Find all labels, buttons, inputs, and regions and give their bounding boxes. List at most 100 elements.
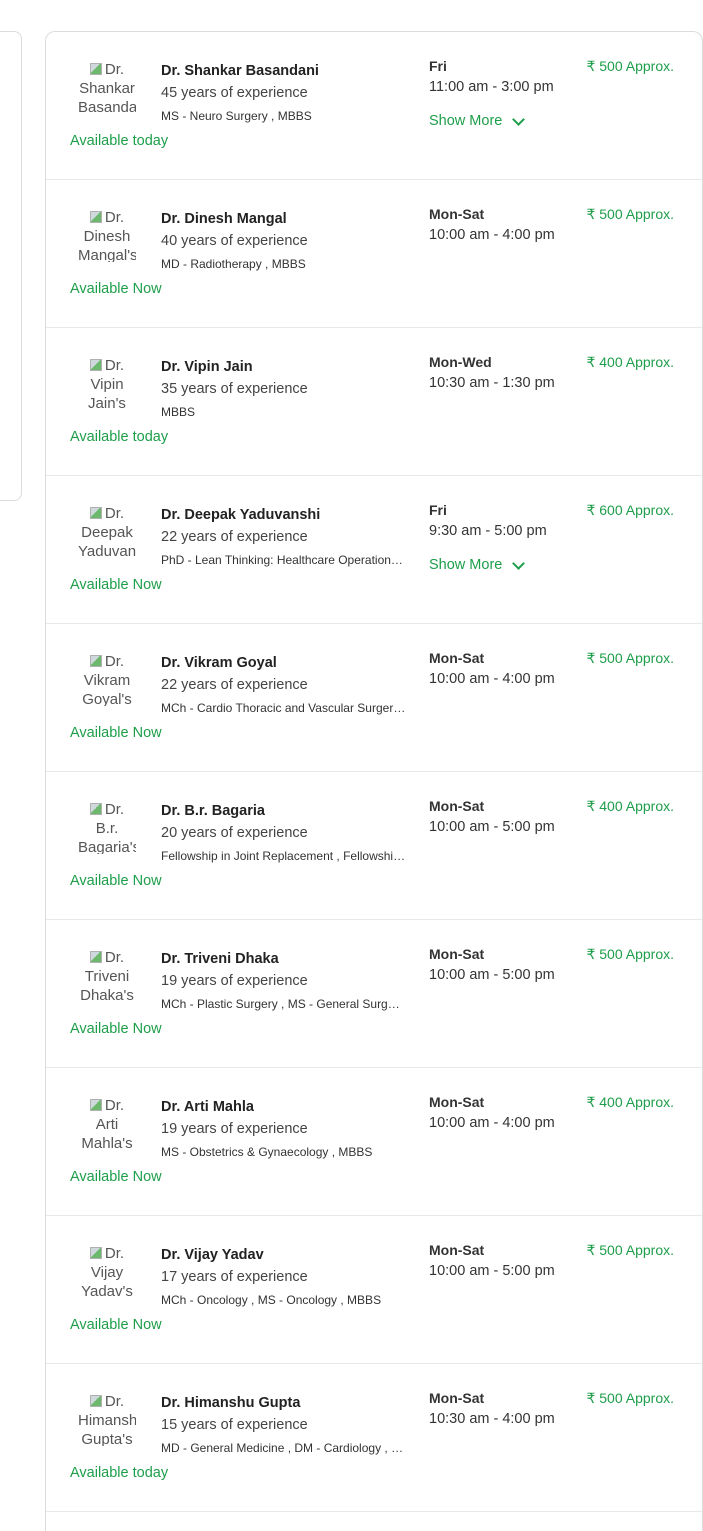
doctor-card[interactable]: Dr. Deepak Yaduvanshi's Dr. Deepak Yaduv… (46, 476, 702, 624)
schedule-hours: 10:00 am - 5:00 pm (429, 967, 555, 983)
doctor-experience: 20 years of experience (161, 825, 308, 841)
schedule-hours: 10:00 am - 5:00 pm (429, 819, 555, 835)
doctor-photo-alt: Dr. Deepak Yaduvanshi's (78, 505, 136, 558)
consultation-fee: ₹ 600 Approx. (586, 502, 674, 518)
doctor-photo-alt: Dr. B.r. Bagaria's (78, 801, 136, 854)
doctor-experience: 15 years of experience (161, 1417, 308, 1433)
broken-image-icon (89, 1099, 102, 1111)
doctor-name[interactable]: Dr. Himanshu Gupta (161, 1395, 300, 1411)
availability-status: Available Now (70, 1317, 162, 1333)
doctor-qualification: MS - Neuro Surgery , MBBS (161, 109, 312, 123)
consultation-fee: ₹ 400 Approx. (586, 798, 674, 814)
doctor-photo-alt: Dr. Triveni Dhaka's (80, 949, 134, 1002)
doctor-card[interactable]: Dr. Vikram Goyal's Dr. Vikram Goyal 22 y… (46, 624, 702, 772)
doctor-card[interactable]: Dr. Triveni Dhaka's Dr. Triveni Dhaka 19… (46, 920, 702, 1068)
doctor-name[interactable]: Dr. Triveni Dhaka (161, 951, 279, 967)
schedule-days: Mon-Sat (429, 1094, 485, 1110)
schedule-hours: 10:30 am - 1:30 pm (429, 375, 555, 391)
schedule-hours: 10:00 am - 4:00 pm (429, 671, 555, 687)
doctor-qualification: MD - General Medicine , DM - Cardiology … (161, 1441, 406, 1455)
schedule-days: Fri (429, 58, 447, 74)
broken-image-icon (89, 359, 102, 371)
broken-image-icon (89, 1247, 102, 1259)
chevron-down-icon (512, 112, 526, 126)
schedule-days: Mon-Sat (429, 206, 485, 222)
broken-image-icon (89, 507, 102, 519)
doctor-card[interactable]: Dr. Vijay Yadav's Dr. Vijay Yadav 17 yea… (46, 1216, 702, 1364)
doctor-photo: Dr. Dinesh Mangal's (78, 208, 136, 262)
doctor-experience: 40 years of experience (161, 233, 308, 249)
doctor-qualification: MCh - Oncology , MS - Oncology , MBBS (161, 1293, 382, 1307)
doctor-name[interactable]: Dr. Vikram Goyal (161, 655, 277, 671)
schedule-hours: 10:00 am - 4:00 pm (429, 227, 555, 243)
schedule-days: Mon-Sat (429, 1390, 485, 1406)
show-more-button[interactable]: Show More (429, 112, 526, 129)
doctor-card[interactable]: Dr. Himanshu Gupta's Dr. Himanshu Gupta … (46, 1364, 702, 1512)
doctor-name[interactable]: Dr. B.r. Bagaria (161, 803, 265, 819)
availability-status: Available Now (70, 1021, 162, 1037)
schedule-days: Mon-Wed (429, 354, 492, 370)
doctor-qualification: MCh - Cardio Thoracic and Vascular Surge… (161, 701, 406, 715)
consultation-fee: ₹ 400 Approx. (586, 354, 674, 370)
consultation-fee: ₹ 500 Approx. (586, 58, 674, 74)
doctor-experience: 35 years of experience (161, 381, 308, 397)
doctor-card[interactable]: Dr. B.r. Bagaria's Dr. B.r. Bagaria 20 y… (46, 772, 702, 920)
doctor-photo-alt: Dr. Shankar Basandani's (78, 61, 136, 114)
broken-image-icon (89, 951, 102, 963)
doctor-card[interactable]: Dr. Arti Mahla's Dr. Arti Mahla 19 years… (46, 1068, 702, 1216)
schedule-hours: 9:30 am - 5:00 pm (429, 523, 547, 539)
doctor-qualification: MS - Obstetrics & Gynaecology , MBBS (161, 1145, 373, 1159)
schedule-days: Mon-Sat (429, 1242, 485, 1258)
availability-status: Available today (70, 133, 169, 149)
doctor-name[interactable]: Dr. Dinesh Mangal (161, 211, 287, 227)
doctor-name[interactable]: Dr. Vijay Yadav (161, 1247, 264, 1263)
availability-status: Available Now (70, 873, 162, 889)
consultation-fee: ₹ 500 Approx. (586, 650, 674, 666)
doctor-photo: Dr. Arti Mahla's (78, 1096, 136, 1150)
schedule-days: Mon-Sat (429, 946, 485, 962)
doctor-qualification: PhD - Lean Thinking: Healthcare Operatio… (161, 553, 406, 567)
doctor-photo-alt: Dr. Himanshu Gupta's (78, 1393, 136, 1446)
schedule-days: Mon-Sat (429, 650, 485, 666)
doctor-card[interactable]: Dr. Dinesh Mangal's Dr. Dinesh Mangal 40… (46, 180, 702, 328)
show-more-label: Show More (429, 557, 503, 573)
chevron-down-icon (512, 556, 526, 570)
doctor-photo: Dr. Triveni Dhaka's (78, 948, 136, 1002)
availability-status: Available Now (70, 281, 162, 297)
broken-image-icon (89, 655, 102, 667)
doctor-photo: Dr. B.r. Bagaria's (78, 800, 136, 854)
doctor-qualification: MBBS (161, 405, 196, 419)
doctor-photo: Dr. Deepak Yaduvanshi's (78, 504, 136, 558)
doctor-photo: Dr. Vijay Yadav's (78, 1244, 136, 1298)
doctor-name[interactable]: Dr. Vipin Jain (161, 359, 253, 375)
doctor-experience: 22 years of experience (161, 677, 308, 693)
broken-image-icon (89, 803, 102, 815)
schedule-hours: 10:00 am - 4:00 pm (429, 1115, 555, 1131)
availability-status: Available Now (70, 1169, 162, 1185)
schedule-hours: 10:00 am - 5:00 pm (429, 1263, 555, 1279)
doctor-name[interactable]: Dr. Arti Mahla (161, 1099, 254, 1115)
availability-status: Available today (70, 1465, 169, 1481)
doctor-experience: 19 years of experience (161, 973, 308, 989)
schedule-hours: 10:30 am - 4:00 pm (429, 1411, 555, 1427)
doctor-qualification: MCh - Plastic Surgery , MS - General Sur… (161, 997, 406, 1011)
doctor-list: Dr. Shankar Basandani's Dr. Shankar Basa… (45, 31, 703, 1531)
consultation-fee: ₹ 500 Approx. (586, 206, 674, 222)
availability-status: Available today (70, 429, 169, 445)
doctor-photo: Dr. Vipin Jain's (78, 356, 136, 410)
doctor-photo: Dr. Shankar Basandani's (78, 60, 136, 114)
schedule-hours: 11:00 am - 3:00 pm (429, 79, 554, 95)
doctor-card[interactable]: Dr. Vipin Jain's Dr. Vipin Jain 35 years… (46, 328, 702, 476)
doctor-name[interactable]: Dr. Shankar Basandani (161, 63, 319, 79)
doctor-qualification: MD - Radiotherapy , MBBS (161, 257, 306, 271)
broken-image-icon (89, 1395, 102, 1407)
doctor-experience: 22 years of experience (161, 529, 308, 545)
consultation-fee: ₹ 500 Approx. (586, 1390, 674, 1406)
broken-image-icon (89, 211, 102, 223)
doctor-card[interactable]: Dr. Shankar Basandani's Dr. Shankar Basa… (46, 32, 702, 180)
show-more-button[interactable]: Show More (429, 556, 526, 573)
schedule-days: Mon-Sat (429, 798, 485, 814)
availability-status: Available Now (70, 725, 162, 741)
consultation-fee: ₹ 400 Approx. (586, 1094, 674, 1110)
doctor-name[interactable]: Dr. Deepak Yaduvanshi (161, 507, 320, 523)
